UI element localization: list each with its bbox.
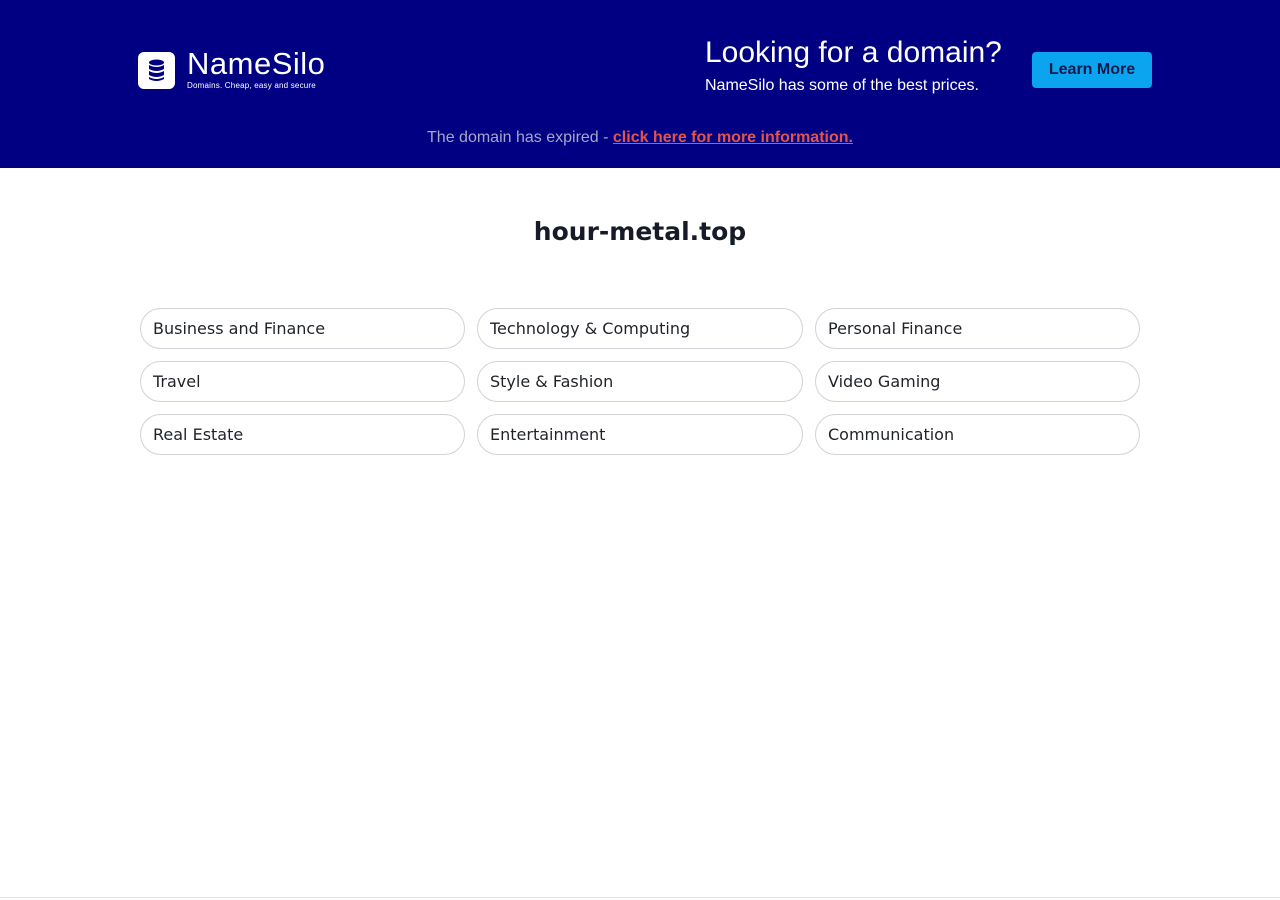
promo-title: Looking for a domain? [705, 36, 1002, 69]
category-link[interactable]: Entertainment [477, 414, 803, 455]
category-link[interactable]: Video Gaming [815, 361, 1140, 402]
category-link[interactable]: Style & Fashion [477, 361, 803, 402]
promo-subtitle: NameSilo has some of the best prices. [705, 77, 979, 94]
domain-title: hour-metal.top [533, 217, 747, 246]
category-link[interactable]: Real Estate [140, 414, 465, 455]
promo-block: Looking for a domain? NameSilo has some … [705, 35, 1002, 96]
category-link[interactable]: Travel [140, 361, 465, 402]
header-banner: NameSilo Domains. Cheap, easy and secure… [0, 0, 1280, 168]
logo-tagline: Domains. Cheap, easy and secure [187, 81, 316, 90]
category-link[interactable]: Business and Finance [140, 308, 465, 349]
category-link[interactable]: Communication [815, 414, 1140, 455]
database-stack-icon [138, 51, 175, 89]
learn-more-button[interactable]: Learn More [1032, 52, 1152, 88]
category-link[interactable]: Personal Finance [815, 308, 1140, 349]
category-grid: Business and Finance Technology & Comput… [140, 308, 1140, 455]
namesilo-logo[interactable]: NameSilo Domains. Cheap, easy and secure [138, 46, 348, 90]
expired-notice: The domain has expired - click here for … [0, 128, 1280, 148]
more-info-link[interactable]: click here for more information. [613, 129, 853, 146]
expired-text: The domain has expired - [427, 129, 613, 146]
logo-name: NameSilo [187, 46, 326, 81]
footer-divider [0, 897, 1280, 898]
category-link[interactable]: Technology & Computing [477, 308, 803, 349]
